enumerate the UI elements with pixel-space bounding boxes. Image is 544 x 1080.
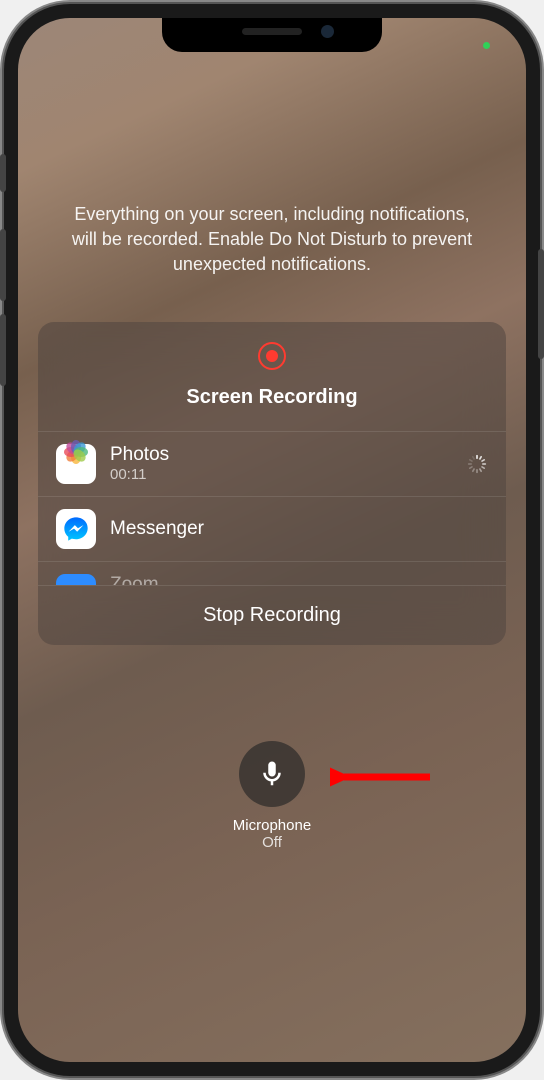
microphone-label: Microphone (18, 817, 526, 834)
volume-down-button (0, 314, 6, 386)
zoom-app-icon (56, 574, 96, 585)
phone-frame: Everything on your screen, including not… (4, 4, 540, 1076)
screen-recording-card: Screen Recording Photos 00:11 (38, 322, 506, 645)
record-icon (258, 342, 286, 370)
info-text: Everything on your screen, including not… (18, 202, 526, 278)
silence-switch (0, 154, 6, 192)
annotation-arrow-icon (330, 763, 440, 811)
card-header: Screen Recording (38, 322, 506, 431)
destination-row-photos[interactable]: Photos 00:11 (38, 431, 506, 496)
recording-indicator-dot (483, 42, 490, 49)
stop-recording-button[interactable]: Stop Recording (38, 585, 506, 645)
volume-up-button (0, 229, 6, 301)
photos-app-icon (56, 444, 96, 484)
power-button (538, 249, 544, 359)
notch (162, 18, 382, 52)
row-label: Zoom (110, 574, 488, 585)
destination-row-messenger[interactable]: Messenger (38, 496, 506, 561)
screen: Everything on your screen, including not… (18, 18, 526, 1062)
messenger-app-icon (56, 509, 96, 549)
recording-timer: 00:11 (110, 466, 452, 483)
row-label: Messenger (110, 518, 488, 540)
microphone-area: Microphone Off (18, 741, 526, 851)
destination-row-zoom[interactable]: Zoom (38, 561, 506, 585)
microphone-icon (257, 759, 287, 789)
row-label: Photos (110, 444, 452, 466)
microphone-toggle-button[interactable] (239, 741, 305, 807)
microphone-state: Off (18, 834, 526, 851)
card-title: Screen Recording (38, 386, 506, 419)
loading-spinner-icon (466, 453, 488, 475)
